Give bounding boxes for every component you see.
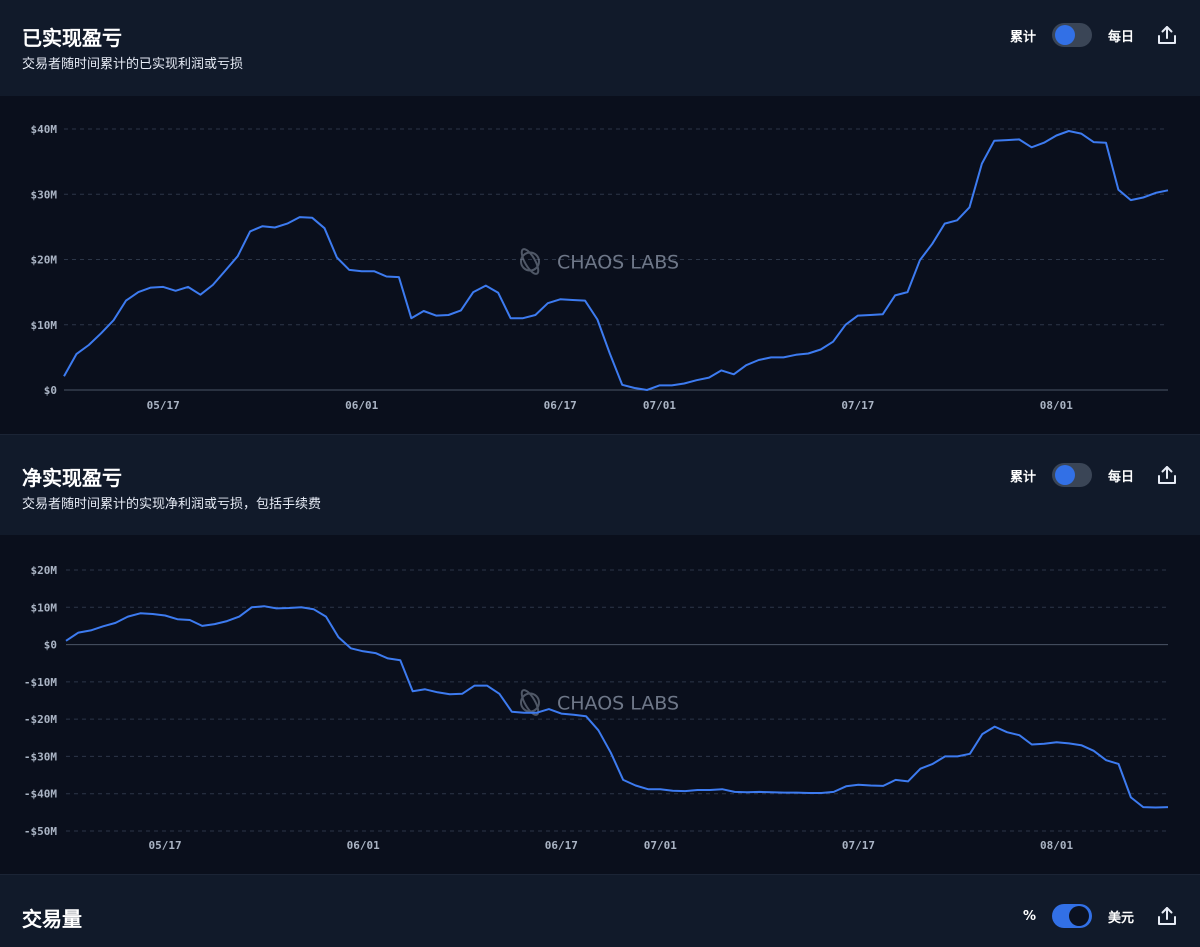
toggle-label-usd[interactable]: 美元 bbox=[1108, 907, 1134, 926]
x-tick-label: 06/17 bbox=[544, 399, 577, 412]
chaos-labs-logo-icon bbox=[520, 248, 540, 275]
y-tick-label: $0 bbox=[44, 639, 57, 652]
toggle-label-daily[interactable]: 每日 bbox=[1108, 466, 1134, 485]
y-tick-label: $10M bbox=[31, 601, 58, 614]
x-tick-label: 07/01 bbox=[644, 839, 677, 852]
x-tick-label: 08/01 bbox=[1040, 839, 1073, 852]
x-tick-label: 06/01 bbox=[347, 839, 380, 852]
y-tick-label: -$40M bbox=[24, 788, 57, 801]
share-icon[interactable] bbox=[1156, 24, 1178, 46]
panel-header-realized-pnl: 已实现盈亏 交易者随时间累计的已实现利润或亏损 累计 每日 bbox=[0, 0, 1200, 96]
panel-title: 交易量 bbox=[22, 907, 82, 931]
toggle-knob bbox=[1054, 465, 1075, 485]
toggle-knob bbox=[1054, 25, 1075, 45]
panel-subtitle: 交易者随时间累计的已实现利润或亏损 bbox=[22, 57, 244, 72]
x-tick-label: 06/01 bbox=[345, 399, 378, 412]
panel-header-net-realized-pnl: 净实现盈亏 交易者随时间累计的实现净利润或亏损，包括手续费 累计 每日 bbox=[0, 435, 1200, 535]
panel-controls: % 美元 bbox=[1023, 904, 1178, 928]
y-tick-label: -$20M bbox=[24, 713, 57, 726]
cumulative-daily-toggle[interactable] bbox=[1051, 463, 1092, 487]
share-icon[interactable] bbox=[1156, 464, 1178, 486]
watermark-text: CHAOS LABS bbox=[557, 252, 679, 274]
x-tick-label: 07/01 bbox=[643, 399, 676, 412]
x-tick-label: 05/17 bbox=[148, 839, 181, 852]
watermark-text: CHAOS LABS bbox=[557, 693, 679, 715]
y-tick-label: $30M bbox=[31, 188, 58, 201]
x-tick-label: 05/17 bbox=[147, 399, 180, 412]
x-tick-label: 07/17 bbox=[842, 839, 875, 852]
y-tick-label: $40M bbox=[31, 123, 58, 136]
panel-controls: 累计 每日 bbox=[1010, 463, 1178, 487]
cumulative-daily-toggle[interactable] bbox=[1051, 23, 1092, 47]
toggle-label-percent[interactable]: % bbox=[1023, 909, 1036, 924]
y-tick-label: -$30M bbox=[24, 750, 57, 763]
panel-subtitle: 交易者随时间累计的实现净利润或亏损，包括手续费 bbox=[22, 497, 322, 512]
chart-svg-net-realized-pnl: -$50M -$40M -$30M -$20M -$10M $0 $10M $20M 05/17… bbox=[24, 564, 1169, 852]
x-tick-label: 08/01 bbox=[1040, 399, 1073, 412]
panel-title: 已实现盈亏 bbox=[22, 26, 122, 50]
x-tick-label: 06/17 bbox=[545, 839, 578, 852]
toggle-knob bbox=[1068, 906, 1089, 926]
percent-usd-toggle[interactable] bbox=[1051, 904, 1092, 928]
y-tick-label: $10M bbox=[31, 319, 58, 332]
y-tick-label: -$10M bbox=[24, 676, 57, 689]
y-tick-label: $20M bbox=[31, 254, 58, 267]
x-tick-label: 07/17 bbox=[841, 399, 874, 412]
y-tick-label: $20M bbox=[31, 564, 58, 577]
toggle-label-cumulative[interactable]: 累计 bbox=[1010, 26, 1036, 45]
toggle-label-cumulative[interactable]: 累计 bbox=[1010, 466, 1036, 485]
chart-svg-realized-pnl: $0 $10M $20M $30M $40M 05/17 06/01 06/17 07/01 07… bbox=[31, 123, 1169, 412]
panel-controls: 累计 每日 bbox=[1010, 23, 1178, 47]
y-tick-label: $0 bbox=[44, 384, 57, 397]
panel-title: 净实现盈亏 bbox=[22, 466, 122, 490]
chart-net-realized-pnl: -$50M -$40M -$30M -$20M -$10M $0 $10M $20M 05/17… bbox=[0, 535, 1200, 874]
y-tick-label: -$50M bbox=[24, 825, 57, 838]
share-icon[interactable] bbox=[1156, 905, 1178, 927]
toggle-label-daily[interactable]: 每日 bbox=[1108, 26, 1134, 45]
panel-header-volume: 交易量 % 美元 bbox=[0, 875, 1200, 947]
chart-realized-pnl: $0 $10M $20M $30M $40M 05/17 06/01 06/17 07/01 07… bbox=[0, 96, 1200, 434]
